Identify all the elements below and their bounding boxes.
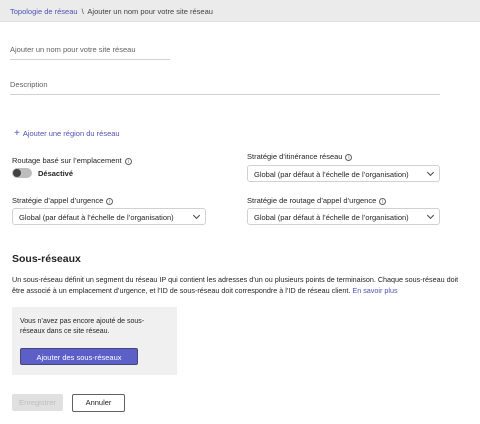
info-icon[interactable]: i (106, 198, 114, 205)
cancel-button[interactable]: Annuler (72, 394, 125, 412)
emergency-calling-policy-label-text: Stratégie d’appel d’urgence (12, 196, 104, 205)
info-icon[interactable]: i (345, 154, 353, 161)
breadcrumb-current: Ajouter un nom pour votre site réseau (87, 7, 213, 16)
toggle-state-label: Désactivé (38, 168, 74, 178)
location-routing-toggle[interactable]: Désactivé (12, 168, 73, 178)
save-button[interactable]: Enregistrer (12, 394, 63, 411)
subnets-description: Un sous-réseau définit un segment du rés… (12, 274, 472, 296)
emergency-calling-policy-select[interactable]: Global (par défaut à l’échelle de l’orga… (12, 208, 206, 225)
roaming-policy-select[interactable]: Global (par défaut à l’échelle de l’orga… (247, 165, 440, 182)
emergency-routing-policy-value: Global (par défaut à l’échelle de l’orga… (254, 213, 409, 222)
chevron-down-icon (426, 211, 435, 220)
info-icon[interactable]: i (124, 158, 132, 165)
emergency-routing-policy-label: Stratégie de routage d’appel d’urgence i (247, 196, 387, 205)
info-icon[interactable]: i (379, 198, 387, 205)
subnets-empty-state: Vous n’avez pas encore ajouté de sous-ré… (12, 307, 177, 375)
chevron-down-icon (426, 168, 435, 177)
roaming-policy-value: Global (par défaut à l’échelle de l’orga… (254, 170, 409, 179)
breadcrumb: Topologie de réseau \ Ajouter un nom pou… (0, 0, 480, 22)
roaming-policy-label: Stratégie d’itinérance réseau i (247, 152, 353, 161)
site-name-input[interactable]: Ajouter un nom pour votre site réseau (10, 45, 170, 60)
emergency-calling-policy-value: Global (par défaut à l’échelle de l’orga… (19, 213, 174, 222)
breadcrumb-link-network-topology[interactable]: Topologie de réseau (10, 7, 78, 16)
emergency-routing-policy-label-text: Stratégie de routage d’appel d’urgence (247, 196, 377, 205)
subnets-section-title: Sous-réseaux (12, 253, 81, 265)
toggle-switch[interactable] (12, 168, 32, 178)
location-routing-label-text: Routage basé sur l’emplacement (12, 156, 122, 165)
description-input[interactable]: Description (10, 80, 440, 95)
roaming-policy-label-text: Stratégie d’itinérance réseau (247, 152, 343, 161)
add-subnets-button[interactable]: Ajouter des sous-réseaux (20, 348, 138, 365)
chevron-down-icon (192, 211, 201, 220)
breadcrumb-separator: \ (81, 7, 84, 16)
location-routing-label: Routage basé sur l’emplacement i (12, 156, 132, 165)
add-region-link[interactable]: + Ajouter une région du réseau (14, 128, 120, 139)
add-region-label: Ajouter une région du réseau (22, 129, 120, 138)
subnets-empty-text: Vous n’avez pas encore ajouté de sous-ré… (20, 318, 145, 335)
plus-icon: + (14, 128, 20, 139)
learn-more-link[interactable]: En savoir plus (352, 286, 397, 295)
emergency-calling-policy-label: Stratégie d’appel d’urgence i (12, 196, 114, 205)
emergency-routing-policy-select[interactable]: Global (par défaut à l’échelle de l’orga… (247, 208, 440, 225)
